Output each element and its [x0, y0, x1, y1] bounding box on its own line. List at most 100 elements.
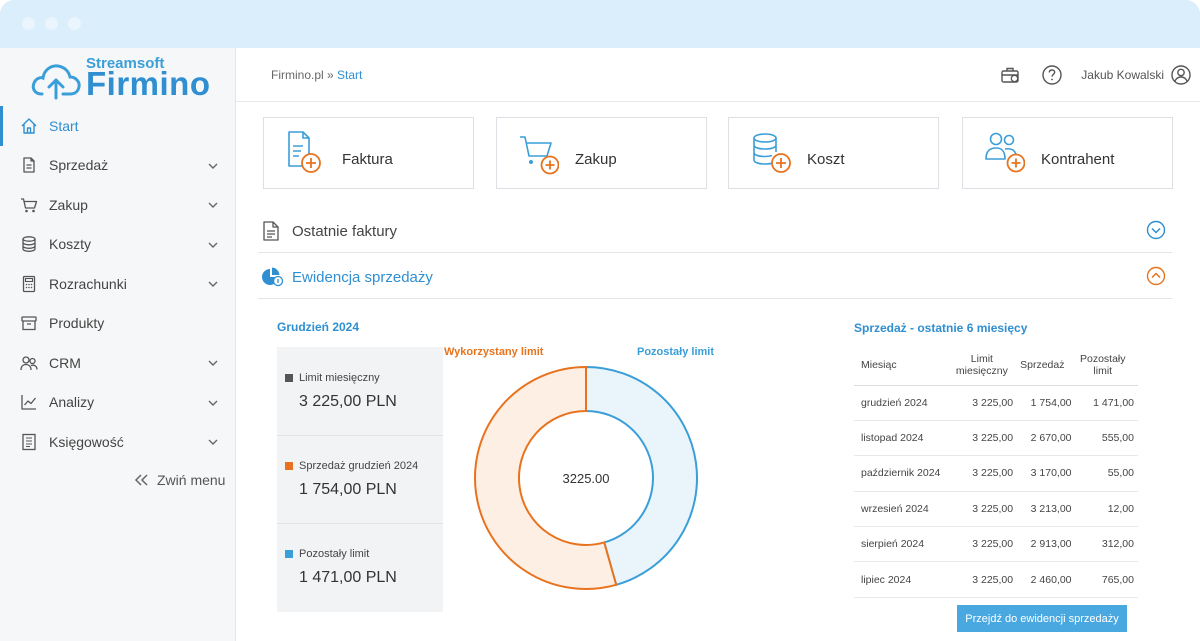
logo-title: Firmino — [86, 65, 211, 102]
breadcrumb: Firmino.pl » Start — [271, 68, 362, 82]
donut-label-remaining: Pozostały limit — [637, 346, 715, 358]
sidebar-item-crm[interactable]: CRM — [0, 343, 236, 383]
help-icon[interactable] — [1041, 64, 1063, 86]
cart-add-icon — [520, 136, 559, 175]
table-cell: 765,00 — [1071, 561, 1138, 598]
table-row: listopad 2024 3 225,00 2 670,00 555,00 — [854, 420, 1138, 457]
sidebar-item-label: CRM — [49, 354, 81, 371]
user-name[interactable]: Jakub Kowalski — [1081, 68, 1164, 82]
app-logo[interactable]: Streamsoft Firmino — [30, 54, 230, 106]
stat-value: 3 225,00 PLN — [299, 393, 397, 410]
sidebar-item-koszty[interactable]: Koszty — [0, 225, 236, 265]
table-header-row: Miesiąc Limit miesięczny Sprzedaż Pozost… — [854, 345, 1138, 386]
section-title: Ewidencja sprzedaży — [292, 269, 433, 286]
sidebar-item-zakup[interactable]: Zakup — [0, 185, 236, 225]
table-cell: wrzesień 2024 — [854, 491, 951, 528]
ledger-icon — [20, 433, 38, 451]
contacts-add-icon — [985, 132, 1025, 173]
sidebar-item-label: Zakup — [49, 196, 88, 213]
stat-label: Limit miesięczny — [285, 372, 380, 384]
donut-svg: 3225.00 — [474, 365, 698, 590]
table-cell: 1 471,00 — [1071, 385, 1138, 421]
quick-action-koszt[interactable]: Koszt — [728, 117, 939, 189]
table-cell: 3 225,00 — [950, 385, 1014, 421]
column-header: Miesiąc — [854, 345, 951, 386]
chevron-down-icon — [208, 360, 218, 366]
table-row: grudzień 2024 3 225,00 1 754,00 1 471,00 — [854, 385, 1138, 421]
quick-action-label: Kontrahent — [1041, 151, 1115, 168]
crm-icon — [20, 354, 38, 372]
quick-action-label: Koszt — [807, 151, 845, 168]
quick-action-kontrahent[interactable]: Kontrahent — [962, 117, 1173, 189]
double-chevron-left-icon — [134, 474, 148, 486]
user-icon[interactable] — [1170, 64, 1192, 86]
legend-swatch — [285, 550, 293, 558]
limit-donut-chart: 3225.00 Wykorzystany limit Pozostały lim… — [436, 338, 736, 638]
table-cell: 3 170,00 — [1013, 455, 1072, 492]
stat-label: Sprzedaż grudzień 2024 — [285, 460, 418, 472]
chart-icon — [20, 393, 38, 411]
table-cell: 3 225,00 — [950, 561, 1014, 598]
main-content: Faktura Zakup Koszt Kontrahent Ostatnie … — [236, 103, 1194, 641]
window-dot — [45, 17, 58, 30]
collapse-menu-label: Zwiń menu — [157, 472, 226, 488]
cart-icon — [20, 196, 38, 214]
table-row: sierpień 2024 3 225,00 2 913,00 312,00 — [854, 526, 1138, 563]
sales-table-title: Sprzedaż - ostatnie 6 miesięcy — [854, 321, 1028, 335]
stat-label-text: Limit miesięczny — [299, 372, 380, 384]
table-cell: sierpień 2024 — [854, 526, 951, 563]
table-cell: 12,00 — [1071, 491, 1138, 528]
sidebar-item-label: Sprzedaż — [49, 157, 109, 174]
table-cell: 3 213,00 — [1013, 491, 1072, 528]
sidebar-item-sprzedaz[interactable]: Sprzedaż — [0, 146, 236, 186]
window-dot — [22, 17, 35, 30]
table-cell: 2 913,00 — [1013, 526, 1072, 563]
collapse-menu-button[interactable]: Zwiń menu — [133, 472, 225, 488]
chevron-down-icon — [208, 242, 218, 248]
briefcase-icon[interactable] — [999, 64, 1021, 86]
sidebar-item-start[interactable]: Start — [0, 106, 236, 146]
stat-label: Pozostały limit — [285, 548, 369, 560]
breadcrumb-separator: » — [323, 68, 338, 82]
stat-monthly-sales: Sprzedaż grudzień 2024 1 754,00 PLN — [277, 436, 443, 524]
quick-action-zakup[interactable]: Zakup — [496, 117, 707, 189]
legend-swatch — [285, 374, 293, 382]
table-cell: październik 2024 — [854, 455, 951, 492]
table-cell: 555,00 — [1071, 420, 1138, 457]
sidebar-nav: Start Sprzedaż Zakup Koszty Rozrachunki … — [0, 106, 236, 462]
legend-swatch — [285, 462, 293, 470]
go-to-sales-register-button[interactable]: Przejdź do ewidencji sprzedaży — [957, 605, 1127, 632]
browser-title-bar — [0, 0, 1200, 48]
chevron-down-icon — [208, 439, 218, 445]
section-sales-register[interactable]: Ewidencja sprzedaży — [258, 253, 1172, 299]
breadcrumb-current: Start — [337, 68, 363, 82]
table-cell: 2 460,00 — [1013, 561, 1072, 598]
quick-action-faktura[interactable]: Faktura — [263, 117, 474, 189]
table-row: październik 2024 3 225,00 3 170,00 55,00 — [854, 455, 1138, 492]
expand-circle-icon[interactable] — [1146, 220, 1166, 240]
sidebar-item-produkty[interactable]: Produkty — [0, 304, 236, 344]
sidebar-item-ksiegowosc[interactable]: Księgowość — [0, 422, 236, 462]
chevron-down-icon — [208, 202, 218, 208]
donut-center-label: 3225.00 — [563, 471, 610, 486]
table-cell: 2 670,00 — [1013, 420, 1072, 457]
table-cell: 3 225,00 — [950, 491, 1014, 528]
sidebar-item-rozrachunki[interactable]: Rozrachunki — [0, 264, 236, 304]
breadcrumb-root[interactable]: Firmino.pl — [271, 68, 324, 82]
coins-add-icon — [753, 133, 791, 173]
calculator-icon — [20, 275, 38, 293]
table-cell: 3 225,00 — [950, 455, 1014, 492]
section-recent-invoices[interactable]: Ostatnie faktury — [258, 207, 1172, 253]
collapse-circle-icon[interactable] — [1146, 266, 1166, 286]
chevron-down-icon — [208, 400, 218, 406]
stat-value: 1 754,00 PLN — [299, 481, 397, 498]
section-title: Ostatnie faktury — [292, 223, 398, 240]
box-icon — [20, 314, 38, 332]
window-dot — [68, 17, 81, 30]
month-summary-title: Grudzień 2024 — [277, 320, 360, 334]
stat-value: 1 471,00 PLN — [299, 569, 397, 586]
sales-table: Miesiąc Limit miesięczny Sprzedaż Pozost… — [854, 345, 1138, 598]
sidebar-item-analizy[interactable]: Analizy — [0, 383, 236, 423]
invoice-icon — [20, 156, 38, 174]
home-icon — [20, 117, 38, 135]
